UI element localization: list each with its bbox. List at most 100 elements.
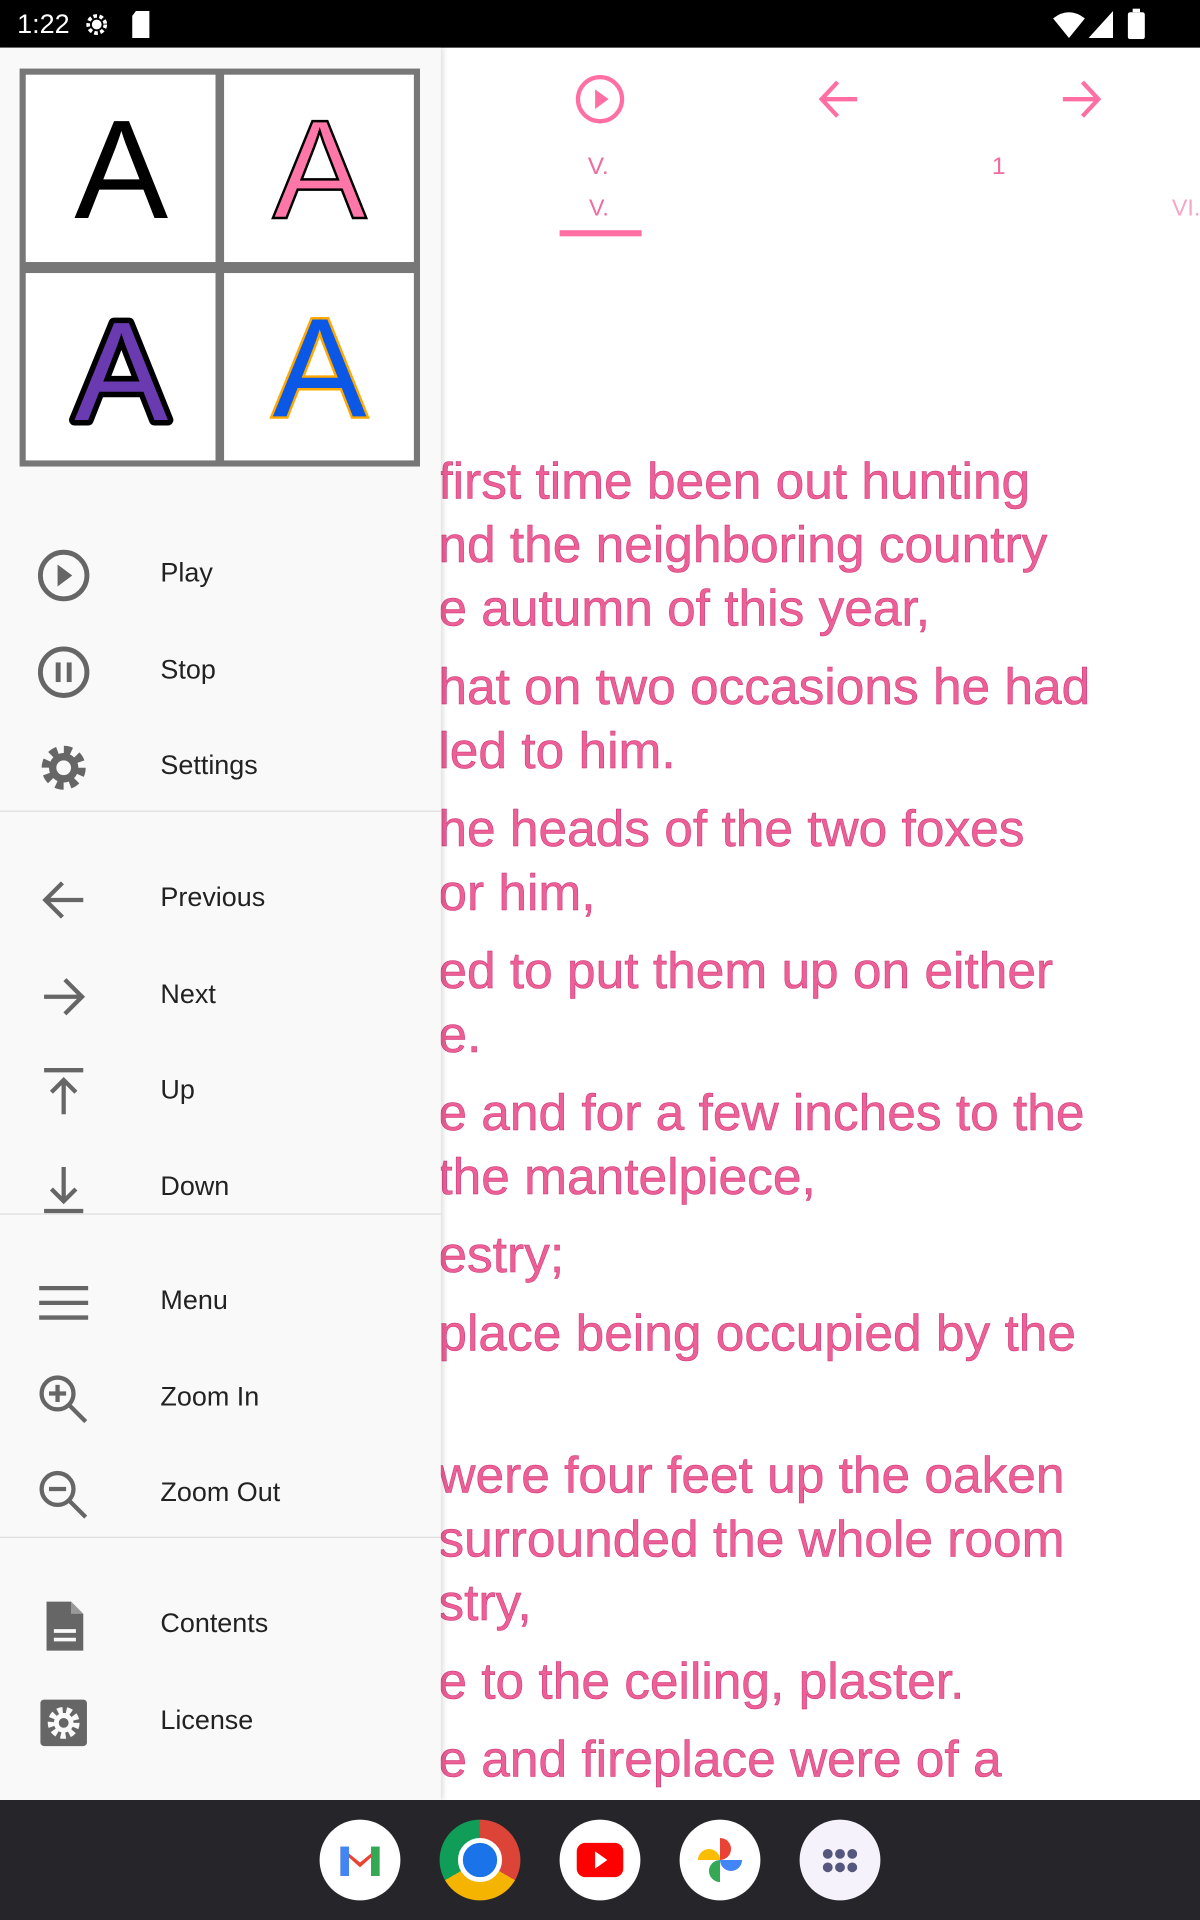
svg-text:A: A xyxy=(74,299,168,434)
menu-item-label: Next xyxy=(160,977,216,1009)
paragraph: e and for a few inches to the the mantel… xyxy=(438,1081,1090,1208)
text-line: led to him. xyxy=(438,721,676,779)
paragraph: estry; xyxy=(438,1223,1090,1287)
menu-item-label: License xyxy=(160,1703,254,1735)
svg-text:A: A xyxy=(272,306,366,428)
font-sample-pink[interactable]: A xyxy=(224,74,414,263)
text-line: estry; xyxy=(438,1225,565,1284)
svg-text:A: A xyxy=(272,107,366,229)
zoom-in-icon xyxy=(39,1374,88,1423)
menu-divider xyxy=(0,1213,441,1215)
menu-item-up[interactable]: Up xyxy=(0,1042,441,1138)
menu-item-label: Menu xyxy=(160,1284,228,1316)
play-circle-icon xyxy=(37,549,90,602)
text-line: nd the neighboring country xyxy=(438,515,1048,574)
menu-item-label: Stop xyxy=(160,653,216,684)
font-sample-purple-outline[interactable]: A xyxy=(25,273,216,461)
font-sample-blue-orange[interactable]: A xyxy=(224,273,414,461)
text-line: hat on two occasions he had xyxy=(438,657,1091,716)
document-icon xyxy=(46,1601,84,1651)
tab-next-chapter[interactable]: VI. xyxy=(1172,196,1200,223)
menu-item-zoom-out[interactable]: Zoom Out xyxy=(0,1445,441,1541)
tab-indicator xyxy=(559,230,642,237)
gear-box-icon xyxy=(40,1698,87,1746)
menu-item-license[interactable]: License xyxy=(0,1672,441,1768)
paragraph: ed to put them up on either e. xyxy=(438,939,1090,1066)
text-line: e and fireplace were of a xyxy=(438,1730,1002,1788)
text-line: the mantelpiece, xyxy=(438,1147,816,1205)
menu-item-label: Play xyxy=(160,557,213,588)
text-line: or him, xyxy=(438,863,596,921)
tab-current-chapter[interactable]: V. xyxy=(589,196,609,223)
text-line: stry, xyxy=(438,1573,532,1632)
menu-divider xyxy=(0,1536,441,1538)
arrow-left-icon xyxy=(42,881,84,919)
settings-icon xyxy=(86,14,108,35)
menu-item-zoom-in[interactable]: Zoom In xyxy=(0,1349,441,1445)
paragraph: were four feet up the oaken surrounded t… xyxy=(438,1444,1090,1635)
navigation-bar xyxy=(0,1800,1200,1920)
photos-icon[interactable] xyxy=(679,1819,761,1901)
paragraph: e and fireplace were of a xyxy=(438,1728,1090,1792)
text-line: e to the ceiling, plaster. xyxy=(438,1651,965,1710)
menu-item-next[interactable]: Next xyxy=(0,946,441,1042)
text-line xyxy=(438,1365,1090,1429)
navigation-drawer: A A A A Play Stop Settings Previous Next Up Do… xyxy=(0,47,441,1801)
menu-divider xyxy=(0,810,441,812)
paragraph: e to the ceiling, plaster. xyxy=(438,1649,1090,1713)
menu-item-stop[interactable]: Stop xyxy=(0,621,441,717)
arrow-down-to-bottom-icon xyxy=(44,1166,84,1213)
zoom-out-icon xyxy=(39,1470,88,1519)
arrow-right-icon[interactable] xyxy=(1051,70,1110,129)
menu-item-menu[interactable]: Menu xyxy=(0,1253,441,1349)
menu-item-settings[interactable]: Settings xyxy=(0,718,441,814)
page-number: 1 xyxy=(991,153,1006,181)
menu-item-previous[interactable]: Previous xyxy=(0,850,441,946)
menu-item-label: Settings xyxy=(160,749,258,781)
text-line: e autumn of this year, xyxy=(438,579,931,637)
text-line: he heads of the two foxes xyxy=(438,799,1025,858)
gmail-icon[interactable] xyxy=(319,1819,401,1901)
menu-item-play[interactable]: Play xyxy=(0,525,441,621)
menu-item-label: Contents xyxy=(160,1607,269,1639)
sd-card-icon xyxy=(132,11,150,38)
text-line: first time been out hunting xyxy=(438,451,1031,510)
text-line: e. xyxy=(438,1005,482,1063)
svg-text:A: A xyxy=(74,107,168,229)
text-line: surrounded the whole room xyxy=(438,1509,1065,1568)
arrow-left-icon[interactable] xyxy=(811,70,870,129)
app-drawer-icon[interactable] xyxy=(799,1819,881,1901)
arrow-up-to-top-icon xyxy=(44,1068,84,1115)
status-bar: 1:22 xyxy=(0,0,1200,48)
battery-icon xyxy=(1127,8,1145,40)
menu-item-down[interactable]: Down xyxy=(0,1138,441,1234)
menu-item-label: Zoom Out xyxy=(160,1476,281,1508)
menu-item-label: Zoom In xyxy=(160,1380,260,1412)
arrow-right-icon xyxy=(44,977,86,1015)
paragraph: first time been out hunting nd the neighb… xyxy=(438,449,1090,640)
text-line: e and for a few inches to the xyxy=(438,1083,1085,1142)
pause-circle-icon xyxy=(37,645,90,698)
wifi-icon xyxy=(1053,12,1085,38)
menu-item-label: Previous xyxy=(160,881,266,913)
menu-item-label: Down xyxy=(160,1170,230,1201)
menu-icon xyxy=(39,1286,89,1320)
status-time: 1:22 xyxy=(17,8,70,40)
play-circle-icon[interactable] xyxy=(571,70,630,129)
gear-icon xyxy=(41,745,86,790)
book-text: first time been out hunting nd the neighb… xyxy=(438,449,1090,1800)
font-sample-plain[interactable]: A xyxy=(25,74,216,263)
text-line: ed to put them up on either xyxy=(438,941,1054,1000)
paragraph: hat on two occasions he had led to him. xyxy=(438,655,1090,782)
text-line: place being occupied by the xyxy=(438,1304,1076,1362)
chrome-icon[interactable] xyxy=(439,1819,521,1901)
paragraph: he heads of the two foxes or him, xyxy=(438,797,1090,924)
text-line: were four feet up the oaken xyxy=(438,1446,1065,1504)
youtube-icon[interactable] xyxy=(559,1819,641,1901)
signal-icon xyxy=(1088,11,1114,38)
paragraph: place being occupied by the xyxy=(438,1302,1090,1429)
menu-item-contents[interactable]: Contents xyxy=(0,1576,441,1672)
current-chapter-label: V. xyxy=(587,153,609,181)
font-style-grid: A A A A xyxy=(19,68,421,467)
menu-item-label: Up xyxy=(160,1073,195,1105)
